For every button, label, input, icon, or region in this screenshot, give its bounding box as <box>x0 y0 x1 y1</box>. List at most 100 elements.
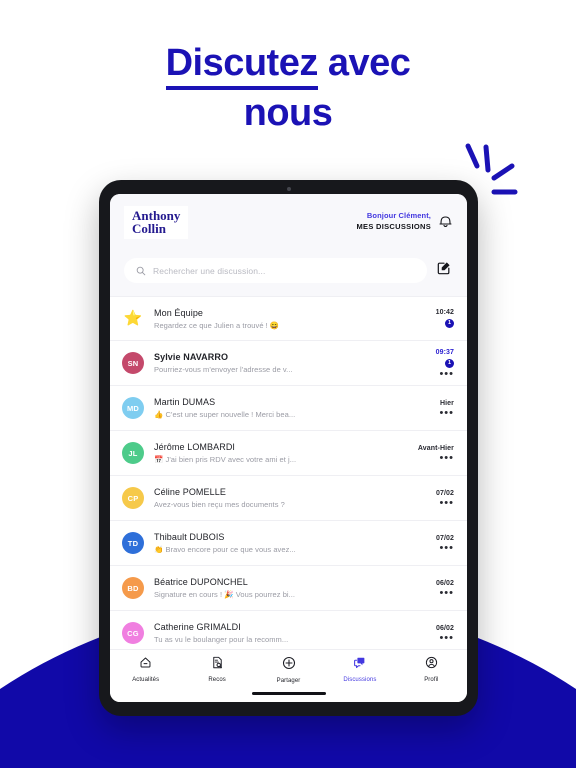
conversation-meta: 10:42 1 <box>410 309 454 328</box>
page-title-line2: nous <box>243 92 333 134</box>
conversation-name: Béatrice DUPONCHEL <box>154 577 248 587</box>
conversation-timestamp: Avant-Hier <box>417 444 454 452</box>
conversation-text: Sylvie NAVARRO Pourriez-vous m'envoyer l'… <box>144 352 410 374</box>
tablet-device-frame: Anthony Collin Bonjour Clément, MES DISC… <box>99 180 478 716</box>
search-placeholder: Rechercher une discussion... <box>153 265 266 276</box>
conversation-timestamp: 07/02 <box>435 534 454 542</box>
conversation-name: Thibault DUBOIS <box>154 532 225 542</box>
conversation-row[interactable]: ⭐ Mon Équipe Regardez ce que Julien a trou… <box>110 296 467 341</box>
conversation-name: Catherine GRIMALDI <box>154 622 241 632</box>
search-icon <box>136 266 146 275</box>
conversation-preview: 👍 C'est une super nouvelle ! Merci bea..… <box>154 410 296 419</box>
compose-button[interactable] <box>437 261 453 280</box>
conversation-preview: Pourriez-vous m'envoyer l'adresse de v..… <box>154 365 293 374</box>
home-icon <box>139 656 152 674</box>
conversation-text: Jérôme LOMBARDI 📅 J'ai bien pris RDV avec… <box>144 442 410 464</box>
person-circle-icon <box>425 656 438 674</box>
conversation-timestamp: 06/02 <box>435 579 454 587</box>
nav-item-actualits[interactable]: Actualités <box>110 656 181 683</box>
conversation-name: Sylvie NAVARRO <box>154 352 229 362</box>
row-options-button[interactable]: ••• <box>439 587 454 598</box>
conversation-row[interactable]: CP Céline POMELLE Avez-vous bien reçu mes … <box>110 476 467 521</box>
row-options-button[interactable]: ••• <box>439 632 454 643</box>
chat-icon <box>353 656 366 674</box>
nav-item-label: Partager <box>276 678 301 684</box>
greeting-block: Bonjour Clément, MES DISCUSSIONS <box>356 210 431 232</box>
document-search-icon <box>211 656 224 674</box>
conversation-row[interactable]: JL Jérôme LOMBARDI 📅 J'ai bien pris RDV av… <box>110 431 467 476</box>
conversation-timestamp: 07/02 <box>435 489 454 497</box>
conversation-timestamp: 10:42 <box>435 309 454 316</box>
conversation-row[interactable]: TD Thibault DUBOIS 👏 Bravo encore pour ce … <box>110 521 467 566</box>
conversation-timestamp: Hier <box>439 399 454 407</box>
page-title: Discutez avec nous <box>0 40 576 137</box>
conversation-meta: 06/02 ••• <box>410 579 454 599</box>
conversation-name: Céline POMELLE <box>154 487 226 497</box>
page-title-underlined: Discutez <box>165 43 318 90</box>
conversation-timestamp: 06/02 <box>435 624 454 632</box>
nav-item-label: Discussions <box>343 677 377 683</box>
greeting-text: Bonjour Clément, <box>366 211 431 220</box>
conversation-meta: Hier ••• <box>410 399 454 419</box>
row-options-button[interactable]: ••• <box>439 368 454 379</box>
conversation-preview: 👏 Bravo encore pour ce que vous avez... <box>154 545 296 554</box>
conversation-name: Mon Équipe <box>154 307 204 318</box>
conversation-name: Jérôme LOMBARDI <box>154 442 236 452</box>
home-indicator <box>251 692 326 695</box>
row-options-button[interactable]: ••• <box>439 407 454 418</box>
brand-logo[interactable]: Anthony Collin <box>124 206 189 239</box>
page-title-rest: avec <box>317 42 411 84</box>
avatar: SN <box>122 352 144 374</box>
conversation-name: Martin DUMAS <box>154 397 216 407</box>
conversation-preview: Avez-vous bien reçu mes documents ? <box>154 500 285 509</box>
conversation-preview: 📅 J'ai bien pris RDV avec votre ami et j… <box>154 455 297 464</box>
nav-item-discussions[interactable]: Discussions <box>324 656 395 683</box>
avatar: BD <box>122 577 144 599</box>
conversation-row[interactable]: BD Béatrice DUPONCHEL Signature en cours !… <box>110 566 467 611</box>
star-icon: ⭐ <box>123 310 143 327</box>
conversation-text: Béatrice DUPONCHEL Signature en cours ! 🎉… <box>144 577 410 599</box>
conversation-meta: 07/02 ••• <box>410 534 454 554</box>
nav-item-recos[interactable]: Recos <box>181 656 252 683</box>
unread-badge: 1 <box>445 358 454 368</box>
search-input[interactable]: Rechercher une discussion... <box>124 258 427 283</box>
conversation-timestamp: 09:37 <box>435 348 454 356</box>
conversation-preview: Signature en cours ! 🎉 Vous pourrez bi..… <box>154 590 296 599</box>
row-options-button[interactable]: ••• <box>439 452 454 463</box>
nav-item-label: Profil <box>424 677 439 683</box>
conversation-row[interactable]: CG Catherine GRIMALDI Tu as vu le boulange… <box>110 611 467 649</box>
row-options-button[interactable]: ••• <box>439 542 454 553</box>
unread-badge: 1 <box>445 319 454 328</box>
conversation-list[interactable]: ⭐ Mon Équipe Regardez ce que Julien a trou… <box>110 296 467 649</box>
screenshot-root: Discutez avec nous Anthony Collin Bonjou… <box>0 0 576 768</box>
section-title: MES DISCUSSIONS <box>356 222 431 231</box>
nav-item-partager[interactable]: Partager <box>253 656 324 684</box>
conversation-meta: 06/02 ••• <box>410 624 454 644</box>
compose-icon <box>437 262 450 275</box>
avatar: CG <box>122 622 144 644</box>
conversation-preview: Tu as vu le boulanger pour la recomm... <box>154 635 289 644</box>
conversation-meta: 07/02 ••• <box>410 489 454 509</box>
nav-item-label: Recos <box>208 677 226 683</box>
avatar: TD <box>122 532 144 554</box>
avatar: MD <box>122 397 144 419</box>
conversation-row[interactable]: MD Martin DUMAS 👍 C'est une super nouvelle… <box>110 386 467 431</box>
app-header: Anthony Collin Bonjour Clément, MES DISC… <box>110 194 467 296</box>
conversation-row[interactable]: SN Sylvie NAVARRO Pourriez-vous m'envoyer … <box>110 341 467 386</box>
plus-circle-icon <box>282 656 296 675</box>
conversation-text: Céline POMELLE Avez-vous bien reçu mes do… <box>144 487 410 509</box>
nav-item-profil[interactable]: Profil <box>396 656 467 683</box>
avatar: JL <box>122 442 144 464</box>
conversation-text: Thibault DUBOIS 👏 Bravo encore pour ce qu… <box>144 532 410 554</box>
conversation-text: Mon Équipe Regardez ce que Julien a trouv… <box>144 308 410 330</box>
avatar: CP <box>122 487 144 509</box>
brand-logo-line2: Collin <box>132 221 166 236</box>
conversation-meta: Avant-Hier ••• <box>410 444 454 464</box>
bell-icon[interactable] <box>438 213 453 229</box>
app-screen: Anthony Collin Bonjour Clément, MES DISC… <box>110 194 467 702</box>
conversation-meta: 09:37 1 ••• <box>410 348 454 379</box>
row-options-button[interactable]: ••• <box>439 497 454 508</box>
nav-item-label: Actualités <box>132 677 160 683</box>
conversation-preview: Regardez ce que Julien a trouvé ! 😄 <box>154 320 280 330</box>
conversation-text: Catherine GRIMALDI Tu as vu le boulanger … <box>144 622 410 644</box>
